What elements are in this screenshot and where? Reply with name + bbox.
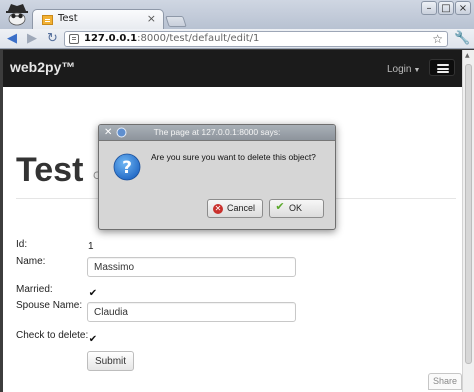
- dialog-message: Are you sure you want to delete this obj…: [151, 152, 316, 162]
- url-host: 127.0.0.1: [84, 33, 138, 44]
- browser-toolbar: ◀ ▶ ↻ 127.0.0.1:8000/test/default/edit/1…: [0, 29, 474, 49]
- maximize-icon[interactable]: □: [438, 1, 454, 15]
- menu-toggle-button[interactable]: [429, 59, 455, 76]
- delete-checkbox[interactable]: ✔: [88, 335, 98, 345]
- ok-label: OK: [289, 203, 303, 213]
- hamburger-bar: [437, 67, 449, 70]
- minimize-icon[interactable]: –: [421, 1, 437, 15]
- star-icon[interactable]: ☆: [432, 32, 443, 46]
- dialog-close-icon[interactable]: ✕: [104, 126, 112, 139]
- id-value: 1: [88, 241, 94, 252]
- new-tab-button[interactable]: [165, 16, 187, 27]
- scrollbar-thumb[interactable]: [465, 64, 472, 364]
- name-input[interactable]: [87, 257, 296, 277]
- married-checkbox[interactable]: ✔: [88, 289, 98, 299]
- window-close-icon[interactable]: ×: [455, 1, 471, 15]
- app-icon: [116, 127, 127, 138]
- hamburger-bar: [437, 71, 449, 73]
- address-bar[interactable]: 127.0.0.1:8000/test/default/edit/1 ☆: [64, 31, 448, 47]
- scroll-up-icon[interactable]: ▲: [465, 52, 470, 59]
- page-title: Test: [16, 151, 84, 189]
- hamburger-bar: [437, 64, 449, 66]
- url-text: 127.0.0.1:8000/test/default/edit/1: [84, 33, 259, 44]
- url-path: :8000/test/default/edit/1: [137, 33, 260, 44]
- spouse-name-input[interactable]: [87, 302, 296, 322]
- ok-button[interactable]: ✔ OK: [269, 199, 324, 218]
- delete-label: Check to delete:: [16, 330, 89, 341]
- browser-tab[interactable]: Test ×: [32, 9, 164, 30]
- incognito-spy-icon: [6, 4, 28, 26]
- vertical-scrollbar[interactable]: ▲: [462, 50, 474, 392]
- cancel-button[interactable]: ✕ Cancel: [207, 199, 263, 218]
- favicon-icon: [42, 15, 53, 25]
- check-icon: ✔: [275, 201, 285, 213]
- tab-title: Test: [58, 13, 78, 24]
- login-label: Login: [387, 64, 412, 75]
- site-navbar: web2py™ Login ▼: [3, 50, 462, 87]
- caret-down-icon: ▼: [413, 67, 421, 74]
- cancel-label: Cancel: [227, 203, 256, 213]
- married-label: Married:: [16, 284, 53, 295]
- window-controls: – □ ×: [421, 1, 471, 16]
- dialog-titlebar: The page at 127.0.0.1:8000 says: ✕: [99, 125, 335, 141]
- page-icon: [69, 34, 79, 44]
- back-arrow-icon[interactable]: ◀: [7, 31, 17, 46]
- dialog-title: The page at 127.0.0.1:8000 says:: [153, 127, 281, 137]
- confirm-dialog: The page at 127.0.0.1:8000 says: ✕ ? Are…: [98, 124, 336, 230]
- reload-icon[interactable]: ↻: [47, 31, 58, 46]
- svg-text:?: ?: [122, 158, 132, 178]
- submit-button[interactable]: Submit: [87, 351, 134, 371]
- question-icon: ?: [113, 153, 141, 181]
- id-label: Id:: [16, 239, 28, 250]
- forward-arrow-icon[interactable]: ▶: [27, 31, 37, 46]
- spouse-name-label: Spouse Name:: [16, 300, 83, 311]
- share-button[interactable]: Share: [428, 373, 462, 390]
- name-label: Name:: [16, 256, 46, 267]
- wrench-icon[interactable]: 🔧: [454, 31, 470, 46]
- cancel-x-icon: ✕: [213, 204, 223, 214]
- browser-titlebar: Test × – □ ×: [0, 0, 474, 30]
- login-dropdown[interactable]: Login ▼: [387, 64, 420, 75]
- tab-close-icon[interactable]: ×: [147, 13, 156, 25]
- brand-logo[interactable]: web2py™: [10, 59, 75, 75]
